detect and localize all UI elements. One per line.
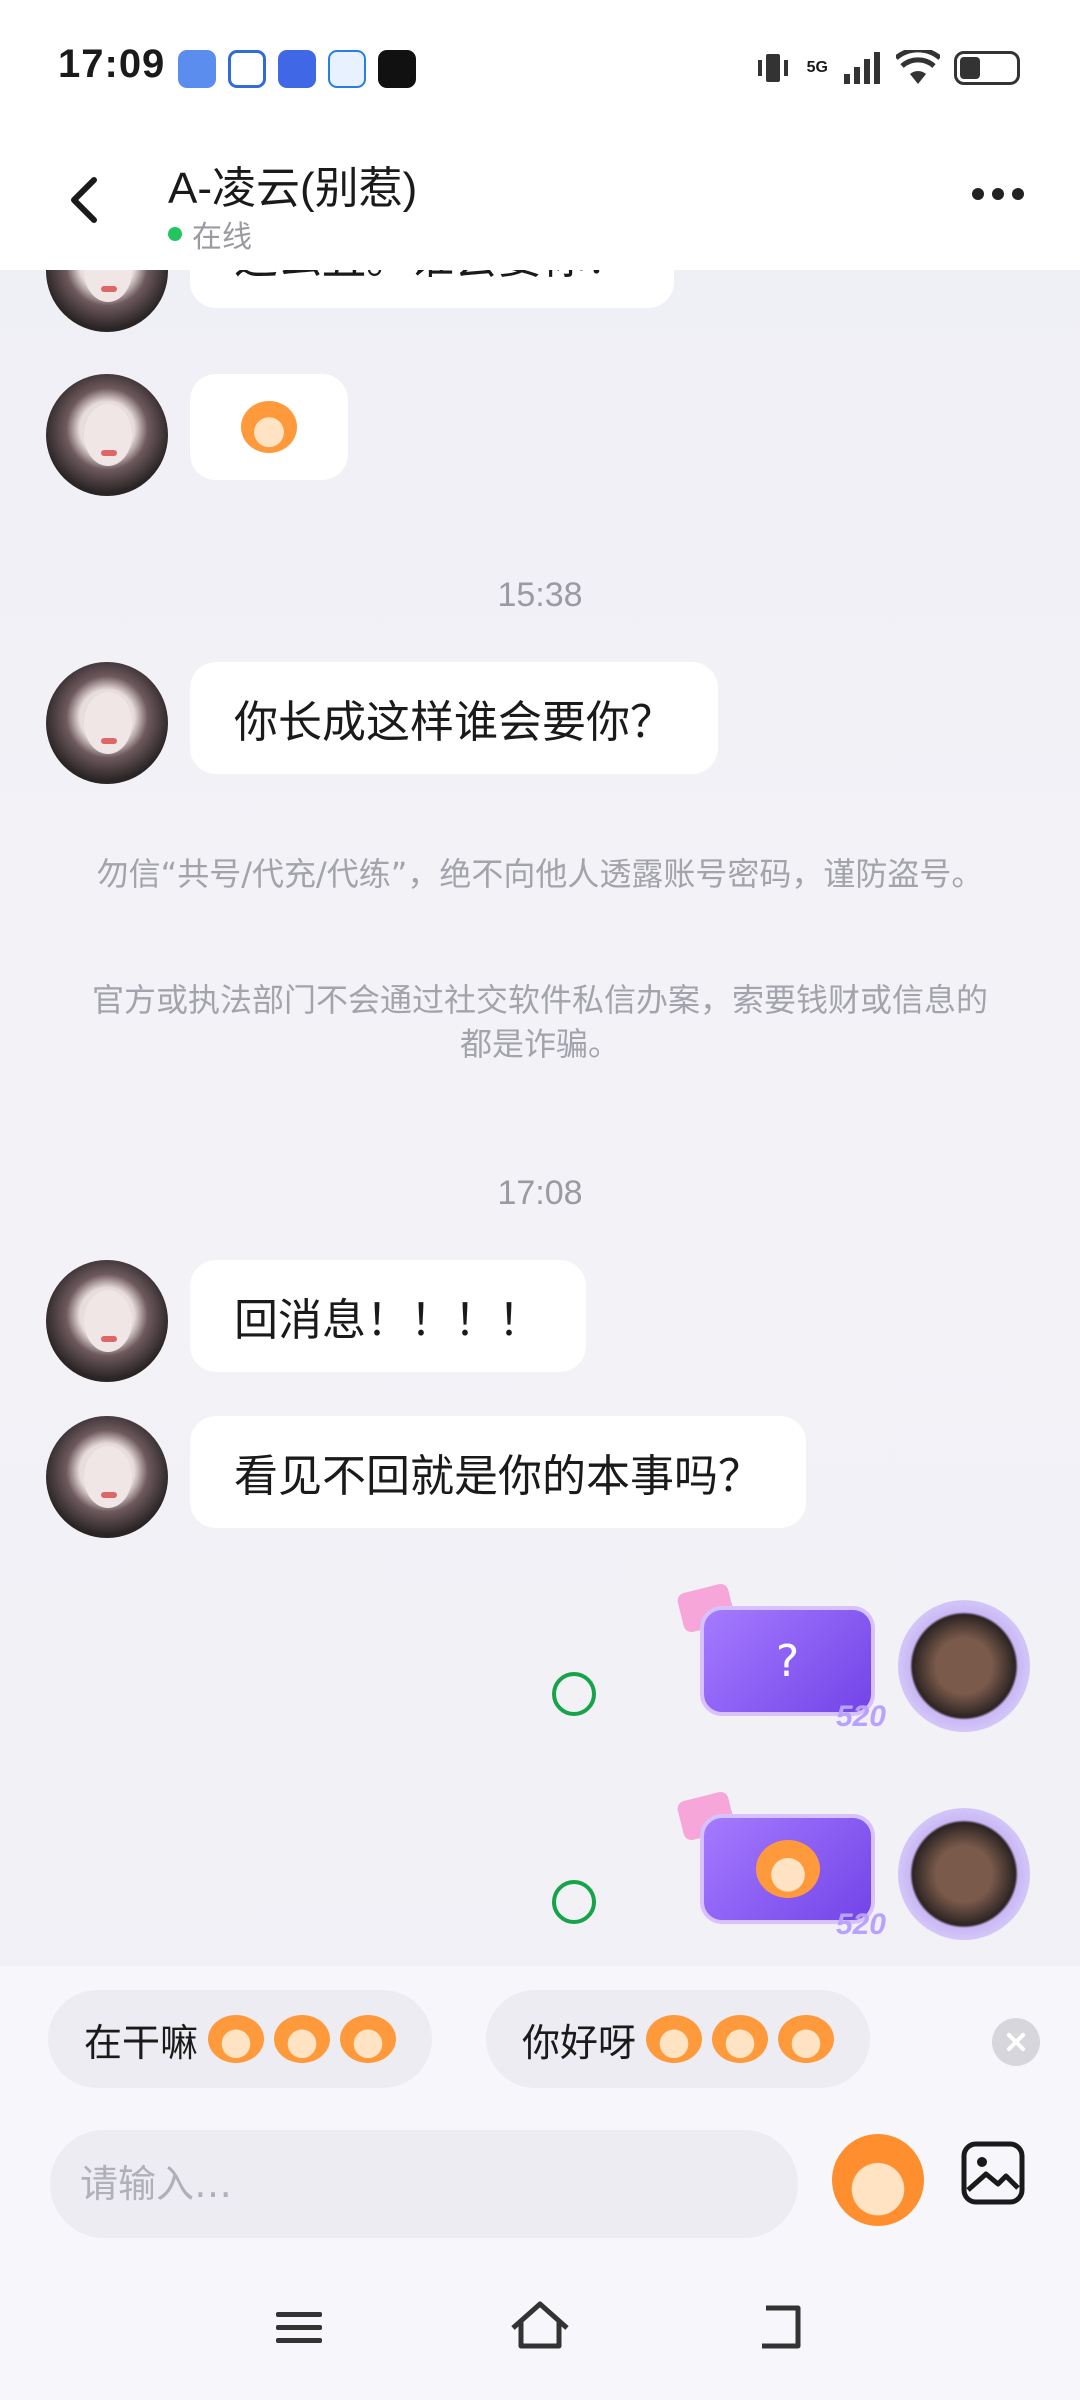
self-avatar[interactable] xyxy=(898,1808,1030,1940)
battery-icon xyxy=(954,51,1020,85)
message-row: 520 xyxy=(0,1790,1080,1970)
contact-avatar[interactable] xyxy=(46,374,168,496)
baidu-icon xyxy=(228,50,266,88)
sticker-bubble[interactable]: 520 xyxy=(675,1790,890,1946)
message-bubble[interactable]: 你长成这样谁会要你？ xyxy=(190,662,718,774)
message-bubble[interactable]: 回消息！！！！ xyxy=(190,1260,586,1372)
self-avatar[interactable] xyxy=(898,1600,1030,1732)
input-bar xyxy=(0,2116,1080,2256)
dot-icon xyxy=(992,188,1004,200)
security-notice: 勿信“共号/代充/代练”，绝不向他人透露账号密码，谨防盗号。 xyxy=(96,855,984,893)
online-dot-icon xyxy=(168,227,182,241)
dot-icon xyxy=(1012,188,1024,200)
back-nav-icon[interactable] xyxy=(746,2292,816,2362)
online-status-label: 在线 xyxy=(192,220,252,255)
contact-avatar[interactable] xyxy=(46,270,168,332)
back-button[interactable] xyxy=(58,170,118,230)
wifi-icon xyxy=(896,50,940,84)
message-app-icon xyxy=(328,50,366,88)
timestamp: 17:08 xyxy=(497,1174,583,1212)
message-input[interactable] xyxy=(50,2130,798,2238)
contact-name: A-凌云(别惹) xyxy=(168,164,418,213)
delivered-check-icon xyxy=(552,1880,596,1924)
quick-reply-bar: 在干嘛 你好呀 xyxy=(0,1966,1080,2116)
message-row: ? 520 xyxy=(0,1582,1080,1768)
monkey-sticker-icon xyxy=(755,1840,820,1898)
monkey-emoji-icon xyxy=(646,2015,703,2063)
message-bubble[interactable]: 看见不回就是你的本事吗？ xyxy=(190,1416,806,1528)
sticker-bubble[interactable] xyxy=(190,374,348,480)
sticker-text: ? xyxy=(775,1635,800,1687)
sticker-badge: 520 xyxy=(835,1908,886,1941)
system-nav-bar xyxy=(0,2256,1080,2400)
dot-icon xyxy=(972,188,984,200)
contact-avatar[interactable] xyxy=(46,1416,168,1538)
online-status: 在线 xyxy=(168,212,252,256)
menu-icon[interactable] xyxy=(264,2292,334,2362)
delivered-check-icon xyxy=(552,1672,596,1716)
more-options-button[interactable] xyxy=(972,188,1024,200)
message-list[interactable]: 这么丑。谁会要你？ 15:38 你长成这样谁会要你？ 勿信“共号/代充/代练”，… xyxy=(0,270,1080,1970)
signal-icon xyxy=(844,52,880,84)
notification-icons xyxy=(178,50,416,88)
vivo-icon xyxy=(278,50,316,88)
monkey-emoji-icon xyxy=(778,2015,835,2063)
quick-reply-label: 你好呀 xyxy=(522,2020,637,2065)
monkey-emoji-icon xyxy=(340,2015,397,2063)
sticker-badge: 520 xyxy=(835,1700,886,1733)
monkey-sticker-icon xyxy=(241,401,297,453)
timestamp: 15:38 xyxy=(497,576,583,614)
quick-reply-chip[interactable]: 在干嘛 xyxy=(48,1990,433,2088)
fraud-notice: 官方或执法部门不会通过社交软件私信办案，索要钱财或信息的都是诈骗。 xyxy=(91,981,988,1063)
monkey-emoji-icon xyxy=(712,2015,769,2063)
monkey-emoji-icon xyxy=(274,2015,331,2063)
home-icon[interactable] xyxy=(505,2292,575,2362)
contact-avatar[interactable] xyxy=(46,662,168,784)
emoji-button[interactable] xyxy=(832,2134,924,2226)
monkey-emoji-icon xyxy=(208,2015,265,2063)
status-bar: 17:09 5G xyxy=(0,0,1080,140)
message-bubble[interactable]: 这么丑。谁会要你？ xyxy=(190,270,674,308)
chat-header: A-凌云(别惹) 在线 xyxy=(0,140,1080,270)
quick-reply-chip[interactable]: 你好呀 xyxy=(486,1990,871,2088)
contact-avatar[interactable] xyxy=(46,1260,168,1382)
network-type: 5G xyxy=(806,59,828,76)
app-notification-icon xyxy=(178,50,216,88)
vibrate-icon xyxy=(757,54,788,82)
sticker-bubble[interactable]: ? 520 xyxy=(675,1582,890,1738)
status-time: 17:09 xyxy=(58,42,166,86)
status-icons: 5G xyxy=(753,48,1020,88)
close-quick-replies-button[interactable] xyxy=(992,2018,1040,2066)
tiktok-icon xyxy=(378,50,416,88)
image-picker-button[interactable] xyxy=(960,2140,1026,2206)
quick-reply-label: 在干嘛 xyxy=(84,2020,199,2065)
